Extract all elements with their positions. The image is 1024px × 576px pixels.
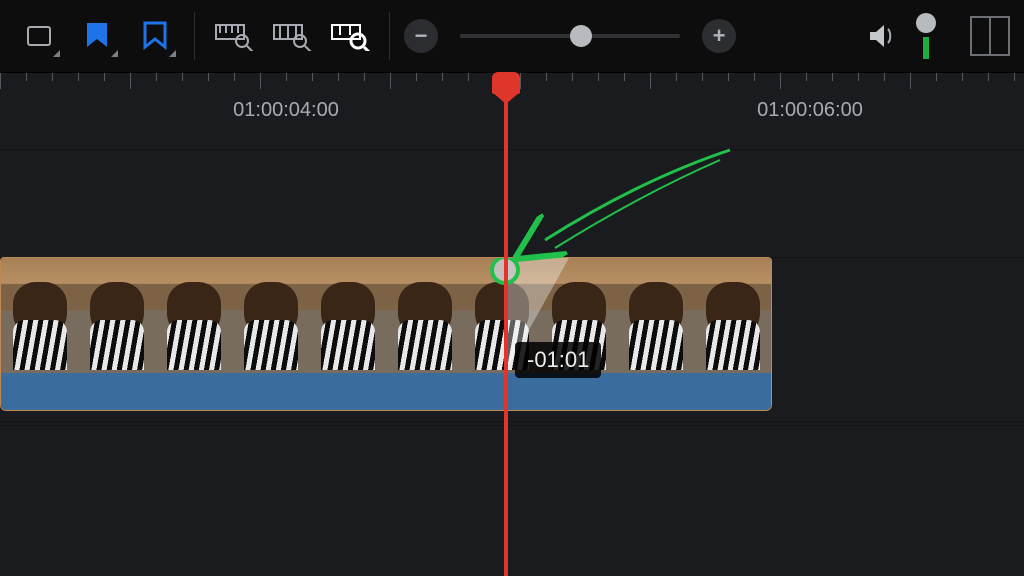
dropdown-indicator-icon bbox=[111, 50, 118, 57]
app-menu-button[interactable] bbox=[14, 11, 64, 61]
clip-thumbnail bbox=[694, 258, 771, 373]
timeline-tracks[interactable]: -01:01 bbox=[0, 149, 1024, 576]
volume-level-icon bbox=[923, 37, 929, 59]
clip-thumbnail bbox=[155, 258, 232, 373]
zoom-out-button[interactable]: − bbox=[404, 19, 438, 53]
volume-knob-icon bbox=[916, 13, 936, 33]
add-marker-button[interactable] bbox=[72, 11, 122, 61]
dropdown-indicator-icon bbox=[169, 50, 176, 57]
zoom-detail-button[interactable] bbox=[267, 11, 317, 61]
toolbar-divider bbox=[194, 12, 195, 60]
clip-audio-strip[interactable] bbox=[1, 373, 771, 410]
playhead[interactable] bbox=[504, 72, 508, 576]
track-separator bbox=[0, 421, 1024, 422]
clip-thumbnail bbox=[1, 258, 78, 373]
ruler-timecode-label: 01:00:04:00 bbox=[233, 99, 339, 122]
marker-nav-button[interactable] bbox=[130, 11, 180, 61]
toolbar-divider bbox=[389, 12, 390, 60]
zoom-custom-button[interactable] bbox=[325, 11, 375, 61]
mute-toggle-button[interactable] bbox=[858, 11, 908, 61]
clip-thumbnail bbox=[309, 258, 386, 373]
trim-offset-tooltip: -01:01 bbox=[515, 342, 601, 378]
speaker-icon bbox=[866, 21, 900, 51]
plus-icon: + bbox=[713, 23, 726, 49]
track-separator bbox=[0, 149, 1024, 150]
clip-thumbnail bbox=[78, 258, 155, 373]
clip-thumbnail bbox=[386, 258, 463, 373]
clip-thumbnail bbox=[617, 258, 694, 373]
ruler-zoom-icon bbox=[214, 21, 254, 51]
track-separator bbox=[0, 425, 1024, 426]
menu-icon bbox=[24, 21, 54, 51]
trim-offset-value: -01:01 bbox=[527, 347, 589, 372]
timeline-toolbar: − + bbox=[0, 0, 1024, 72]
clip-thumbnail-strip bbox=[1, 258, 771, 373]
zoom-slider-thumb[interactable] bbox=[570, 25, 592, 47]
clip-thumbnail bbox=[232, 258, 309, 373]
ruler-timecode-label: 01:00:06:00 bbox=[757, 99, 863, 122]
ruler-zoom-detail-icon bbox=[272, 21, 312, 51]
bookmark-fill-icon bbox=[84, 21, 110, 51]
dropdown-indicator-icon bbox=[53, 50, 60, 57]
bookmark-outline-icon bbox=[142, 21, 168, 51]
panel-layout-toggle[interactable] bbox=[970, 16, 1010, 56]
video-clip[interactable]: -01:01 bbox=[0, 257, 772, 411]
ruler-zoom-custom-icon bbox=[330, 21, 370, 51]
zoom-fit-button[interactable] bbox=[209, 11, 259, 61]
minus-icon: − bbox=[415, 23, 428, 49]
zoom-in-button[interactable]: + bbox=[702, 19, 736, 53]
zoom-slider[interactable] bbox=[460, 34, 680, 38]
volume-indicator[interactable] bbox=[916, 13, 936, 59]
